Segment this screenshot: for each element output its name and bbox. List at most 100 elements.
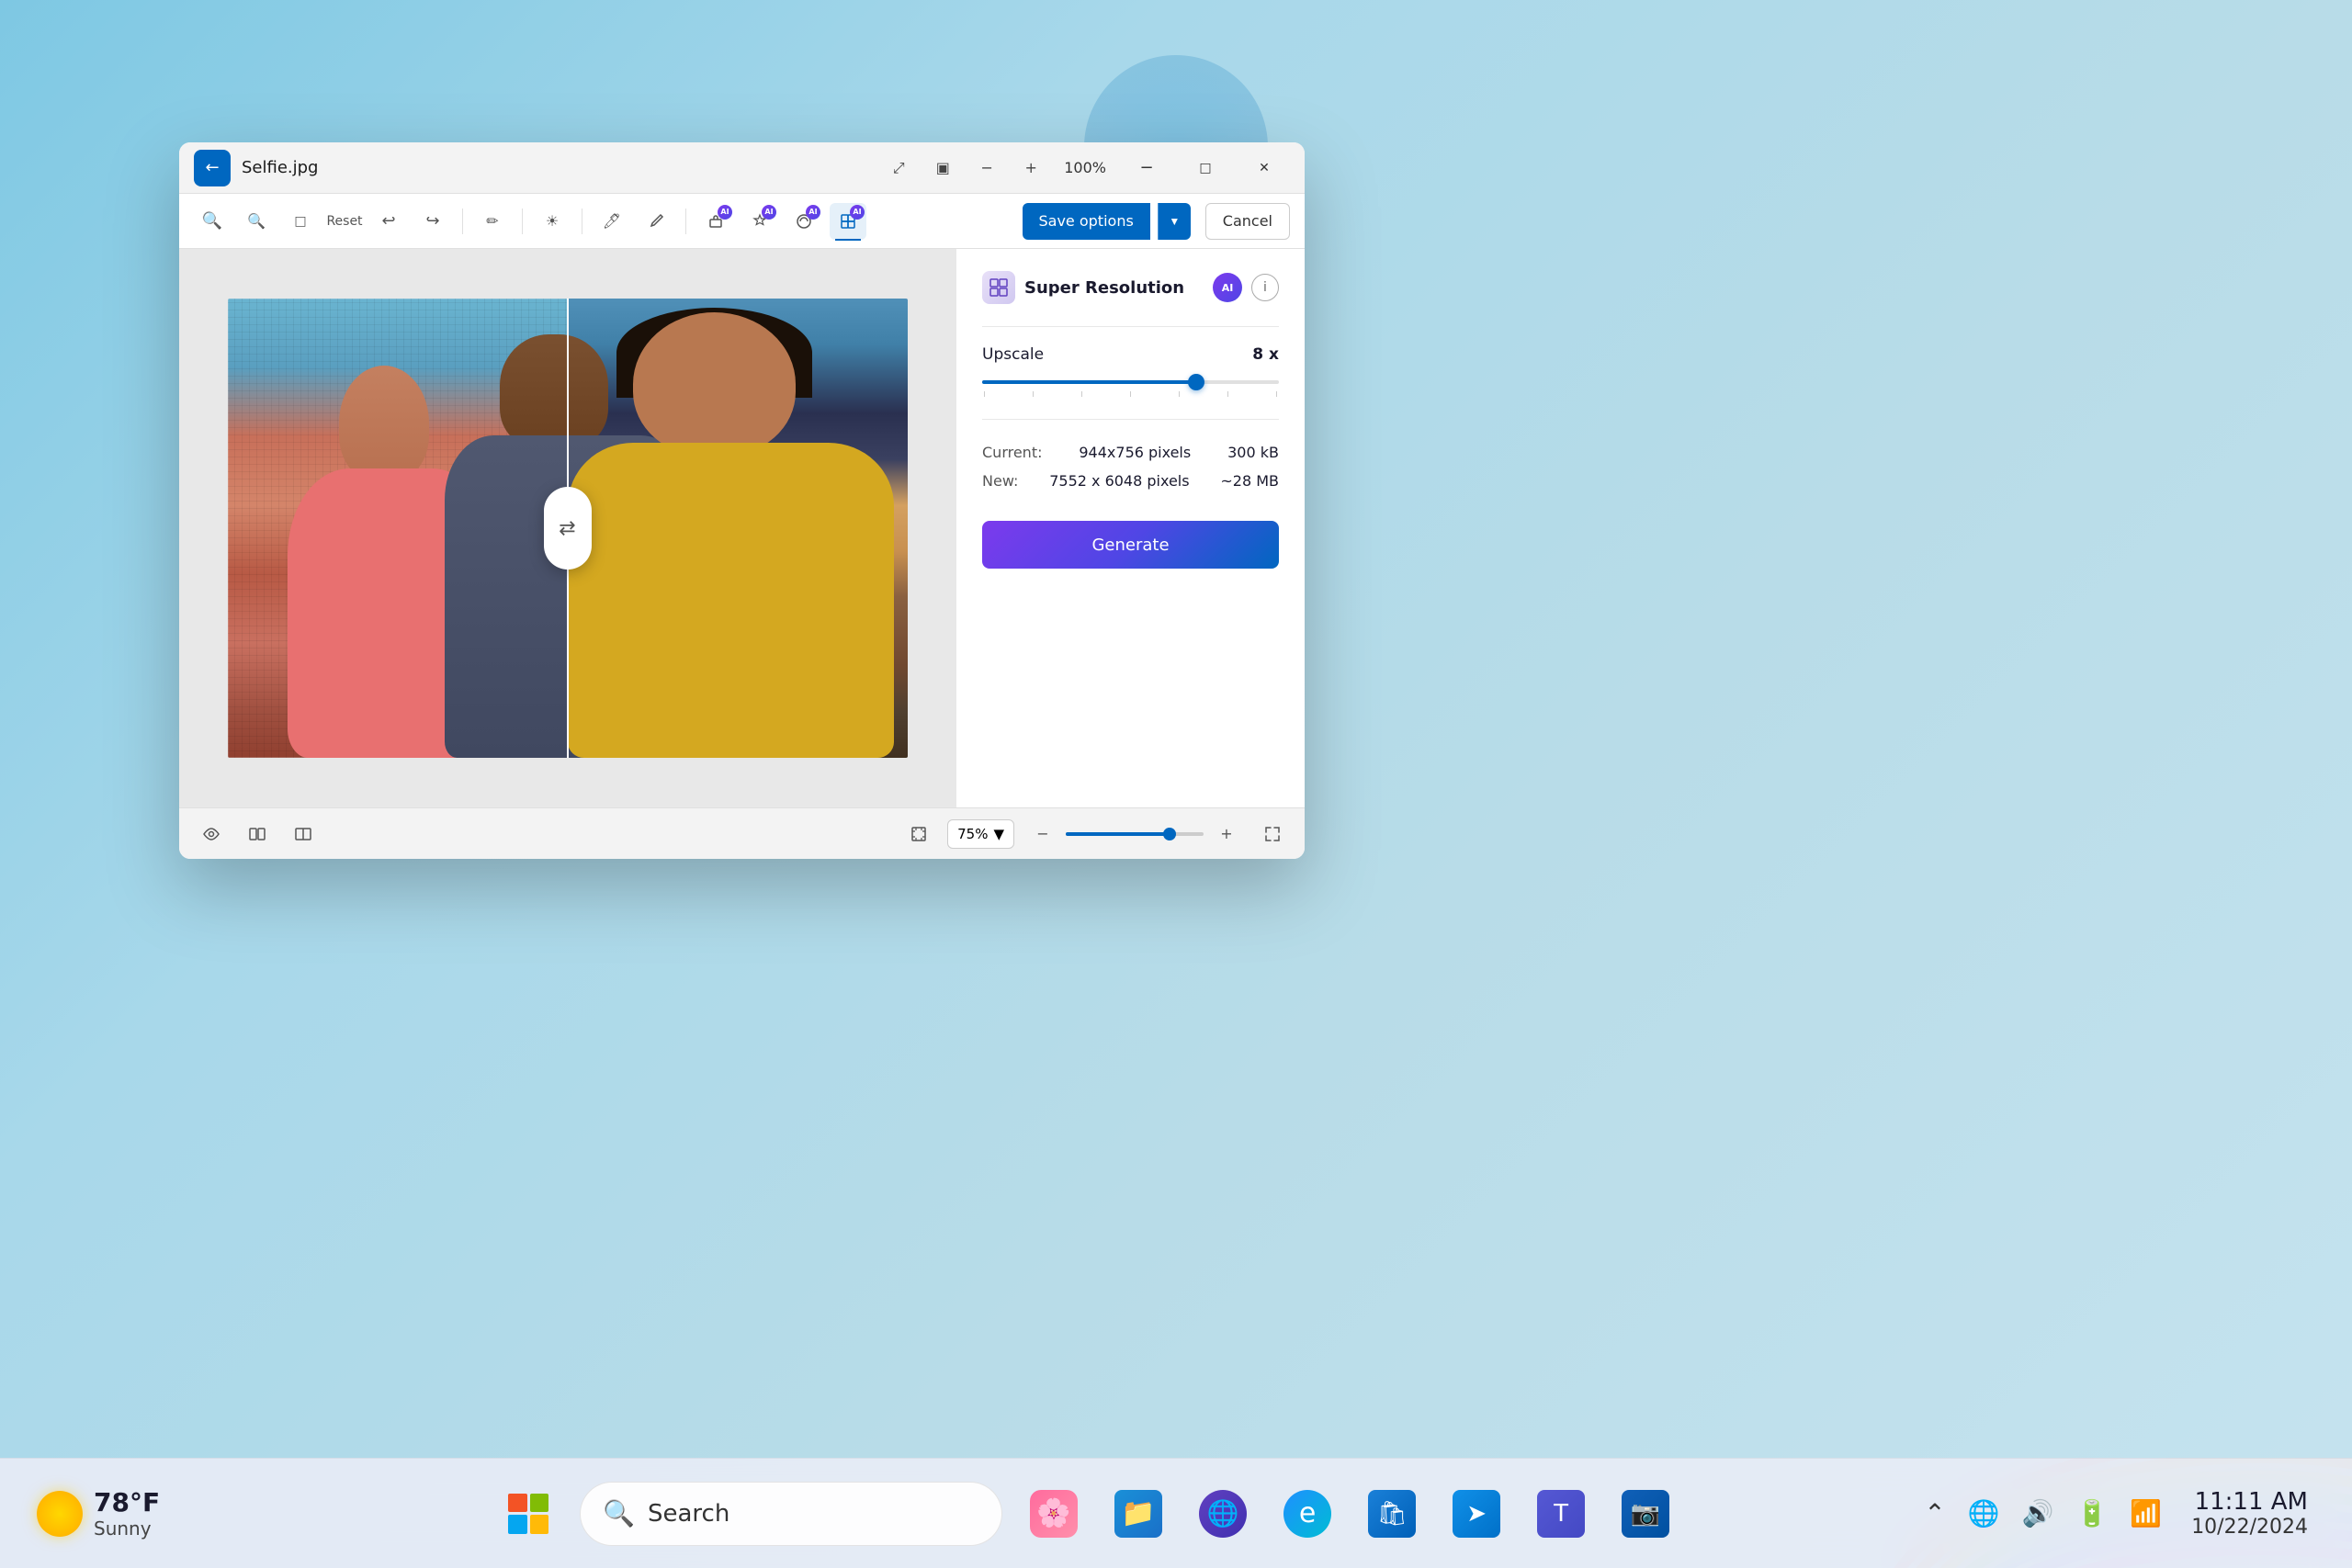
zoom-out-bottom[interactable]: − xyxy=(1025,817,1060,852)
magic-tool[interactable]: AI xyxy=(741,203,778,240)
upscale-slider[interactable] xyxy=(982,373,1279,397)
weather-sun-icon xyxy=(37,1491,83,1537)
ai-badge-erase: AI xyxy=(718,205,732,220)
redo-tool[interactable]: ↪ xyxy=(414,203,451,240)
ai-badge-superres: AI xyxy=(850,205,865,220)
minimize-button[interactable]: − xyxy=(1121,154,1172,182)
new-label: New: xyxy=(982,472,1018,490)
slider-track xyxy=(982,380,1279,384)
eye-tool[interactable] xyxy=(194,817,229,852)
zoom-out-icon[interactable]: − xyxy=(968,150,1005,186)
clock[interactable]: 11:11 AM 10/22/2024 xyxy=(2184,1481,2315,1546)
panel-toggle-icon[interactable]: ▣ xyxy=(924,150,961,186)
adjust-tool[interactable]: ☀ xyxy=(534,203,571,240)
tick-6 xyxy=(1227,391,1228,397)
taskbar-center: 🔍 Search 🌸 📁 🌐 e 🛍 ➤ T 📷 xyxy=(257,1481,1917,1547)
image-view: ⇄ xyxy=(179,249,956,807)
new-size: ~28 MB xyxy=(1220,472,1279,490)
panel-header: Super Resolution AI i xyxy=(982,271,1279,304)
zoom-slider-thumb[interactable] xyxy=(1163,828,1176,840)
split-view-tool[interactable] xyxy=(286,817,321,852)
search-bar[interactable]: 🔍 Search xyxy=(580,1482,1002,1546)
app-window: ← Selfie.jpg ⤢ ▣ − + 100% − □ ✕ 🔍 🔍 □ Re… xyxy=(179,142,1305,859)
wifi-icon[interactable]: 📶 xyxy=(2122,1491,2169,1536)
sound-icon[interactable]: 🔊 xyxy=(2015,1491,2062,1536)
erase-tool[interactable]: AI xyxy=(697,203,734,240)
fit-tool[interactable]: □ xyxy=(282,203,319,240)
zoom-in-tool[interactable]: 🔍 xyxy=(194,203,231,240)
system-tray: ⌃ 🌐 🔊 🔋 📶 xyxy=(1917,1491,2169,1536)
taskbar-arrow-app[interactable]: ➤ xyxy=(1443,1481,1510,1547)
tick-4 xyxy=(1130,391,1131,397)
tick-7 xyxy=(1276,391,1277,397)
weather-temp: 78°F xyxy=(94,1487,160,1517)
tick-2 xyxy=(1033,391,1034,397)
tick-5 xyxy=(1179,391,1180,397)
cancel-button[interactable]: Cancel xyxy=(1205,203,1290,240)
taskbar-photos-active[interactable]: 📷 xyxy=(1612,1481,1679,1547)
content-area: ⇄ Super Resolution AI i xyxy=(179,249,1305,807)
zoom-slider[interactable] xyxy=(1066,832,1204,836)
taskbar-teams-app[interactable]: T xyxy=(1528,1481,1594,1547)
weather-condition: Sunny xyxy=(94,1517,160,1540)
undo-tool[interactable]: ↩ xyxy=(370,203,407,240)
back-button[interactable]: ← xyxy=(194,150,231,186)
slider-fill xyxy=(982,380,1196,384)
slider-ticks xyxy=(982,391,1279,397)
person-right xyxy=(568,308,894,758)
comparison-handle[interactable]: ⇄ xyxy=(544,487,592,570)
upscale-value: 8 x xyxy=(1252,345,1279,364)
clock-time: 11:11 AM xyxy=(2191,1488,2308,1516)
fullscreen-bottom[interactable] xyxy=(1255,817,1290,852)
bg-remove-tool[interactable]: AI xyxy=(786,203,822,240)
swap-icon: ⇄ xyxy=(559,517,575,540)
taskbar-left: 78°F Sunny xyxy=(0,1487,257,1540)
photo-container: ⇄ xyxy=(228,299,908,758)
divider-1 xyxy=(462,209,463,234)
zoom-in-bottom[interactable]: + xyxy=(1209,817,1244,852)
save-options-dropdown[interactable]: ▼ xyxy=(1158,203,1191,240)
zoom-in-icon[interactable]: + xyxy=(1012,150,1049,186)
taskbar-photos-app[interactable]: 🌸 xyxy=(1021,1481,1087,1547)
fullscreen-icon[interactable]: ⤢ xyxy=(880,150,917,186)
taskbar-browser-app[interactable]: 🌐 xyxy=(1190,1481,1256,1547)
brush-tool[interactable] xyxy=(638,203,674,240)
zoom-value: 75% xyxy=(957,826,988,842)
zoom-out-tool[interactable]: 🔍 xyxy=(238,203,275,240)
divider-2 xyxy=(522,209,523,234)
taskbar-edge-app[interactable]: e xyxy=(1274,1481,1340,1547)
start-button[interactable] xyxy=(495,1481,561,1547)
ai-badge-panel: AI xyxy=(1213,273,1242,302)
tray-expand-icon[interactable]: ⌃ xyxy=(1917,1491,1952,1536)
taskbar-right: ⌃ 🌐 🔊 🔋 📶 11:11 AM 10/22/2024 xyxy=(1917,1481,2352,1546)
zoom-select[interactable]: 75% ▼ xyxy=(947,819,1014,849)
reset-tool[interactable]: Reset xyxy=(326,203,363,240)
upscale-row: Upscale 8 x xyxy=(982,345,1279,364)
crop-tool[interactable]: ✏ xyxy=(474,203,511,240)
info-button[interactable]: i xyxy=(1251,274,1279,301)
fit-frame-tool[interactable] xyxy=(901,817,936,852)
taskbar-explorer-app[interactable]: 📁 xyxy=(1105,1481,1171,1547)
zoom-display: 100% xyxy=(1057,159,1114,176)
markup-tool[interactable]: 🖊 xyxy=(594,203,630,240)
clock-date: 10/22/2024 xyxy=(2191,1516,2308,1539)
ai-badge-bg: AI xyxy=(806,205,820,220)
network-icon[interactable]: 🌐 xyxy=(1961,1491,2007,1536)
super-res-tool[interactable]: AI xyxy=(830,203,866,240)
taskbar-store-app[interactable]: 🛍 xyxy=(1359,1481,1425,1547)
generate-button[interactable]: Generate xyxy=(982,521,1279,569)
save-options-label: Save options xyxy=(1039,212,1134,230)
weather-widget[interactable]: 78°F Sunny xyxy=(37,1487,160,1540)
zoom-controls: 75% ▼ xyxy=(947,819,1014,849)
zoom-dropdown-icon: ▼ xyxy=(993,826,1004,842)
battery-icon[interactable]: 🔋 xyxy=(2068,1491,2115,1536)
current-label: Current: xyxy=(982,444,1042,461)
close-button[interactable]: ✕ xyxy=(1238,154,1290,182)
save-options-button[interactable]: Save options xyxy=(1023,203,1150,240)
tick-1 xyxy=(984,391,985,397)
weather-text: 78°F Sunny xyxy=(94,1487,160,1540)
maximize-button[interactable]: □ xyxy=(1180,154,1231,182)
compare-tool[interactable] xyxy=(240,817,275,852)
windows-logo xyxy=(508,1494,548,1534)
slider-thumb[interactable] xyxy=(1188,374,1204,390)
